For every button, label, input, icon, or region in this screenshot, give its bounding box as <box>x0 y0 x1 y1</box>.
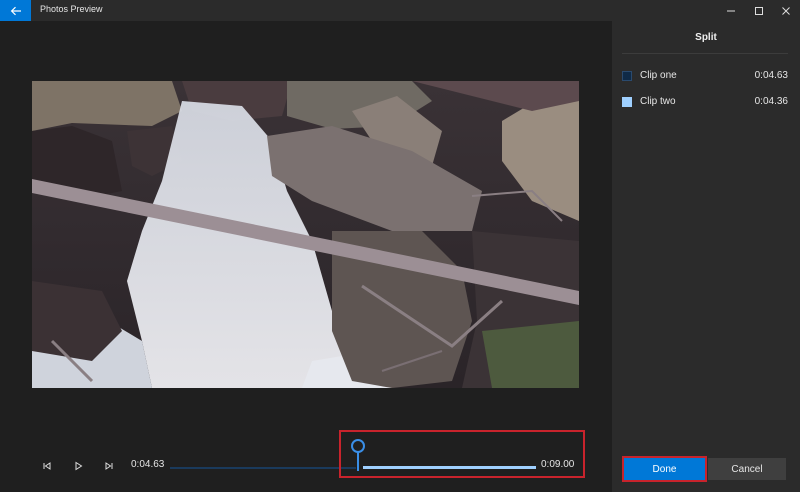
maximize-icon <box>755 6 763 15</box>
window-title: Photos Preview <box>40 4 103 14</box>
clip-two-swatch <box>622 97 632 107</box>
step-forward-icon <box>105 462 113 470</box>
panel-title: Split <box>695 32 717 43</box>
title-bar: Photos Preview <box>0 0 800 21</box>
next-frame-button[interactable] <box>102 459 116 473</box>
minimize-button[interactable] <box>717 0 745 21</box>
close-button[interactable] <box>772 0 800 21</box>
waterfall-image <box>32 81 579 388</box>
back-button[interactable] <box>0 0 31 21</box>
clip-row-one: Clip one 0:04.63 <box>622 70 788 84</box>
clip-one-duration: 0:04.63 <box>754 70 788 81</box>
maximize-button[interactable] <box>745 0 773 21</box>
current-time: 0:04.63 <box>131 459 165 470</box>
play-icon <box>75 461 83 471</box>
done-button[interactable]: Done <box>622 456 707 482</box>
close-icon <box>782 6 790 15</box>
split-panel: Split Clip one 0:04.63 Clip two 0:04.36 <box>612 21 800 492</box>
video-preview[interactable] <box>32 81 579 388</box>
minimize-icon <box>727 10 735 11</box>
timeline-highlight <box>339 430 585 478</box>
preview-area: 0:04.63 0:09.00 <box>0 21 612 492</box>
play-button[interactable] <box>71 459 85 473</box>
back-arrow-icon <box>10 6 21 15</box>
clip-one-track[interactable] <box>170 467 356 469</box>
clip-two-duration: 0:04.36 <box>754 96 788 107</box>
cancel-button[interactable]: Cancel <box>708 458 786 480</box>
clip-one-name: Clip one <box>640 70 677 81</box>
clip-one-swatch <box>622 71 632 81</box>
playback-controls: 0:04.63 0:09.00 <box>0 425 612 485</box>
step-back-icon <box>43 462 51 470</box>
clip-two-name: Clip two <box>640 96 676 107</box>
clip-row-two: Clip two 0:04.36 <box>622 96 788 110</box>
panel-divider <box>622 53 788 54</box>
previous-frame-button[interactable] <box>40 459 54 473</box>
